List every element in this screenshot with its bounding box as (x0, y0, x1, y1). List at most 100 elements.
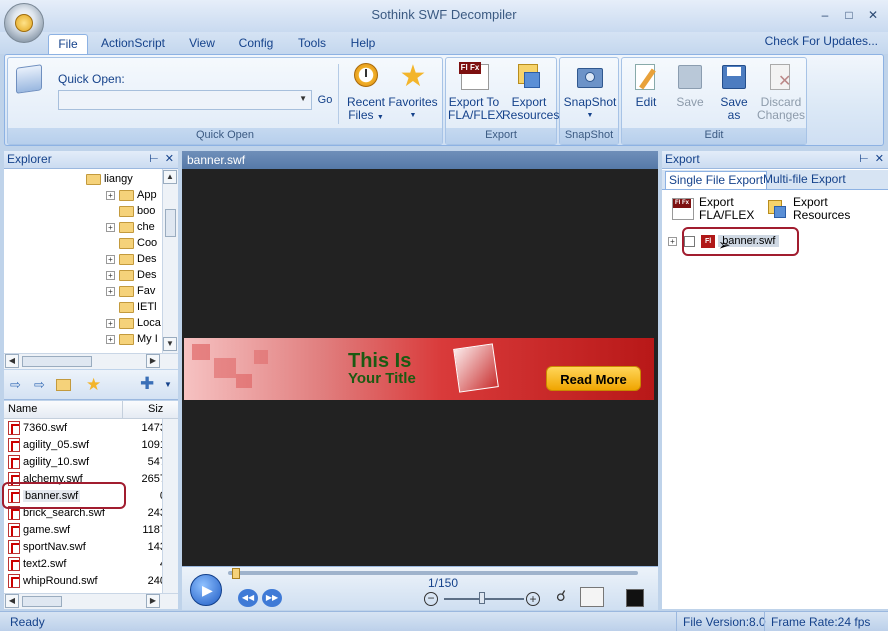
timeline-slider-handle[interactable] (232, 568, 240, 579)
export-resources-button[interactable]: Export Resources (502, 62, 559, 122)
export-fla-flex-button[interactable]: Fl Fx Export FLA/FLEX (672, 196, 764, 226)
frame-rate: Frame Rate:24 fps (771, 615, 871, 629)
export-resources-panel-button[interactable]: Export Resources (766, 196, 866, 226)
tree-folder-item[interactable]: Coo (106, 235, 157, 251)
forward-arrow-icon[interactable]: ⇨ (34, 377, 45, 393)
swf-file-icon (8, 455, 20, 470)
file-list-vertical-scrollbar[interactable] (162, 419, 178, 593)
expand-icon[interactable]: + (106, 334, 115, 344)
folder-icon (119, 253, 134, 265)
zoom-100-icon[interactable] (580, 587, 604, 607)
maximize-button[interactable]: □ (840, 8, 858, 22)
file-list-row[interactable]: text2.swf4 (8, 556, 168, 573)
back-arrow-icon[interactable]: ⇨ (10, 377, 21, 393)
expand-icon[interactable]: + (106, 222, 115, 232)
snapshot-button[interactable]: SnapShot ▼ (562, 62, 618, 122)
ribbon-tab-row: File ActionScript View Config Tools Help (0, 32, 888, 54)
expand-icon[interactable]: + (106, 254, 115, 264)
file-list-row[interactable]: agility_05.swf 1091 (8, 437, 168, 454)
zoom-in-icon[interactable]: + (526, 592, 540, 606)
tree-folder-item[interactable]: boo (106, 203, 155, 219)
file-list-row[interactable]: sportNav.swf 143 (8, 539, 168, 556)
application-menu-button[interactable] (4, 3, 44, 43)
scroll-thumb[interactable] (165, 209, 176, 237)
expand-icon[interactable]: + (106, 270, 115, 280)
tree-folder-item[interactable]: + che (106, 219, 155, 235)
check-updates-link[interactable]: Check For Updates... (765, 34, 878, 48)
export-to-fla-button[interactable]: Fl Fx Export To FLA/FLEX (448, 62, 503, 122)
tree-folder-item[interactable]: IETl (106, 299, 157, 315)
tree-folder-label: Fav (137, 285, 156, 297)
tree-vertical-scrollbar[interactable]: ▲ ▼ (162, 169, 178, 353)
tree-folder-item[interactable]: + My I (106, 331, 158, 347)
zoom-out-icon[interactable]: − (424, 592, 438, 606)
discard-icon: ✕ (766, 62, 796, 92)
edit-button[interactable]: Edit (626, 62, 666, 109)
fast-forward-button[interactable]: ▶▶ (262, 589, 282, 607)
file-list-horizontal-scrollbar[interactable]: ◀ ▶ (4, 593, 178, 609)
expand-icon[interactable]: + (668, 236, 677, 246)
quick-open-input[interactable]: ▼ (58, 90, 312, 110)
save-as-button[interactable]: Save as (714, 62, 754, 122)
expand-icon[interactable]: + (106, 286, 115, 296)
scroll-thumb[interactable] (22, 356, 92, 367)
tree-folder-item[interactable]: + Fav (106, 283, 155, 299)
recent-files-button[interactable]: Recent Files ▼ (344, 62, 388, 124)
chevron-down-icon[interactable]: ▼ (164, 380, 172, 389)
play-icon: ▶ (202, 582, 213, 598)
tab-actionscript[interactable]: ActionScript (96, 34, 170, 54)
add-icon[interactable]: ✚ (140, 374, 154, 394)
scroll-up-icon[interactable]: ▲ (163, 170, 177, 184)
as-label: as (727, 108, 741, 122)
discard-changes-button[interactable]: ✕ Discard Changes (756, 62, 806, 122)
tab-help[interactable]: Help (344, 34, 382, 54)
file-list-row[interactable]: game.swf 1187 (8, 522, 168, 539)
tab-file[interactable]: File (48, 34, 88, 54)
scroll-right-icon[interactable]: ▶ (146, 594, 160, 608)
read-more-button[interactable]: Read More (546, 366, 641, 391)
folder-icon (86, 173, 101, 185)
pin-icon[interactable]: ⊢ (859, 153, 869, 165)
tab-tools[interactable]: Tools (290, 34, 334, 54)
chevron-down-icon[interactable]: ▼ (299, 94, 307, 103)
save-button[interactable]: Save (670, 62, 710, 109)
file-list-row[interactable]: 7360.swf 1473 (8, 420, 168, 437)
expand-icon[interactable]: + (106, 318, 115, 328)
tab-single-file-export[interactable]: Single File Export (665, 171, 768, 189)
size-column-header[interactable]: Siz (148, 403, 163, 415)
tree-horizontal-scrollbar[interactable]: ◀ ▶ (4, 353, 178, 369)
tree-folder-item[interactable]: + App (106, 187, 157, 203)
close-icon[interactable]: ✕ (165, 153, 174, 165)
close-icon[interactable]: ✕ (875, 153, 884, 165)
minimize-button[interactable]: – (816, 8, 834, 22)
expand-icon[interactable]: + (106, 190, 115, 200)
play-button[interactable]: ▶ (190, 574, 222, 606)
document-tab[interactable]: banner.swf (182, 151, 658, 169)
favorites-button[interactable]: ★ Favorites ▼ (388, 62, 438, 122)
rewind-button[interactable]: ◀◀ (238, 589, 258, 607)
close-button[interactable]: ✕ (864, 8, 882, 22)
scroll-left-icon[interactable]: ◀ (5, 354, 19, 368)
scroll-left-icon[interactable]: ◀ (5, 594, 19, 608)
background-color-icon[interactable] (626, 589, 644, 607)
pin-icon[interactable]: ⊢ (149, 153, 159, 165)
tree-folder-item[interactable]: liangy (86, 171, 133, 187)
zoom-slider-handle[interactable] (479, 592, 485, 604)
tab-config[interactable]: Config (232, 34, 280, 54)
favorite-star-icon[interactable]: ★ (86, 375, 101, 395)
scroll-down-icon[interactable]: ▼ (163, 337, 177, 351)
tab-multi-file-export[interactable]: Multi-file Export (760, 171, 849, 189)
scroll-thumb[interactable] (22, 596, 62, 607)
go-button[interactable]: Go (314, 91, 336, 109)
tab-view[interactable]: View (182, 34, 222, 54)
tree-folder-item[interactable]: + Des (106, 251, 157, 267)
tree-folder-item[interactable]: + Des (106, 267, 157, 283)
file-list-row[interactable]: agility_10.swf 547 (8, 454, 168, 471)
up-folder-icon[interactable] (56, 379, 71, 391)
name-column-header[interactable]: Name (8, 403, 37, 415)
scroll-right-icon[interactable]: ▶ (146, 354, 160, 368)
magnifier-icon[interactable]: ☌ (556, 587, 566, 605)
tree-folder-item[interactable]: + Loca (106, 315, 161, 331)
timeline-track[interactable] (228, 571, 638, 575)
file-list-row[interactable]: whipRound.swf 240 (8, 573, 168, 590)
